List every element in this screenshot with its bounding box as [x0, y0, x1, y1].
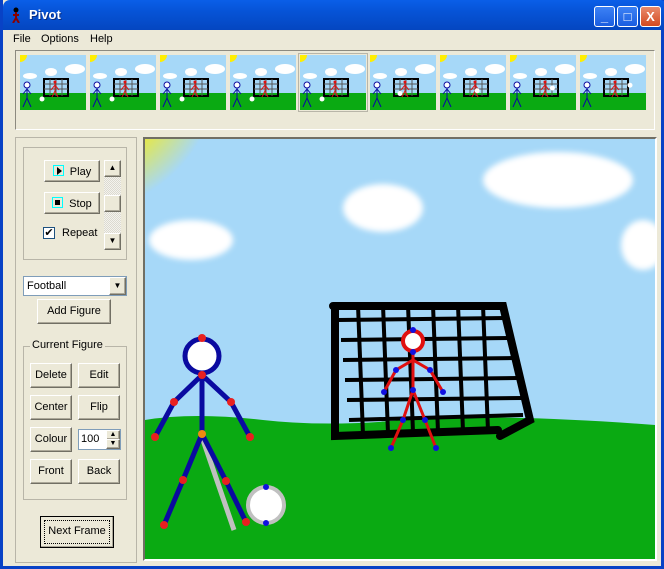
window-title: Pivot — [29, 7, 61, 22]
playback-group: Play Stop ✔ Repeat ▲ ▼ — [23, 147, 127, 260]
stage[interactable] — [75, 69, 664, 559]
next-frame-button[interactable]: Next Frame — [40, 516, 114, 548]
menu-help[interactable]: Help — [90, 33, 113, 45]
current-figure-group: Current Figure Delete Edit Center Flip C… — [23, 339, 127, 500]
menu-options[interactable]: Options — [41, 33, 79, 45]
frame-thumbnail[interactable] — [83, 48, 156, 110]
close-button[interactable]: X — [640, 6, 661, 27]
edit-button[interactable]: Edit — [78, 363, 120, 388]
animation-canvas[interactable] — [75, 69, 664, 561]
frame-thumbnail[interactable] — [433, 48, 506, 110]
stop-label: Stop — [69, 198, 92, 210]
scroll-up-button[interactable]: ▲ — [104, 160, 121, 177]
size-value: 100 — [81, 433, 100, 445]
menu-bar: File Options Help — [6, 30, 664, 48]
frame-thumbnail[interactable] — [153, 48, 226, 110]
spin-down-button[interactable]: ▼ — [106, 439, 120, 449]
frame-thumbnail[interactable] — [223, 48, 296, 110]
pivot-window: Pivot _ □ X File Options Help Play Stop … — [0, 0, 664, 569]
frame-thumbnail[interactable] — [363, 48, 436, 110]
back-button[interactable]: Back — [78, 459, 120, 484]
play-label: Play — [69, 166, 92, 178]
figure-type-select[interactable]: Football ▼ — [23, 276, 127, 296]
play-icon — [52, 165, 64, 176]
center-button[interactable]: Center — [30, 395, 72, 420]
frame-thumbnail[interactable] — [13, 48, 86, 110]
repeat-checkbox[interactable]: ✔ — [43, 227, 55, 239]
current-figure-legend: Current Figure — [30, 339, 105, 351]
stop-icon — [52, 197, 64, 208]
frame-timeline — [13, 48, 655, 130]
figure-type-value: Football — [27, 280, 67, 292]
delete-button[interactable]: Delete — [30, 363, 72, 388]
app-stickman-icon — [12, 7, 20, 23]
flip-button[interactable]: Flip — [78, 395, 120, 420]
ball[interactable] — [246, 484, 286, 526]
front-button[interactable]: Front — [30, 459, 72, 484]
menu-file[interactable]: File — [13, 33, 31, 45]
minimize-button[interactable]: _ — [594, 6, 615, 27]
scroll-down-button[interactable]: ▼ — [104, 233, 121, 250]
chevron-down-icon[interactable]: ▼ — [109, 277, 126, 295]
play-button[interactable]: Play — [44, 160, 100, 182]
sidebar: Play Stop ✔ Repeat ▲ ▼ Football ▼ Add Fi… — [15, 137, 137, 563]
frame-speed-scrollbar[interactable]: ▲ ▼ — [104, 160, 121, 250]
frame-thumbnail[interactable] — [503, 48, 576, 110]
colour-button[interactable]: Colour — [30, 427, 72, 452]
stop-button[interactable]: Stop — [44, 192, 100, 214]
add-figure-button[interactable]: Add Figure — [37, 299, 111, 324]
repeat-label: Repeat — [62, 227, 98, 239]
title-bar: Pivot _ □ X — [3, 0, 664, 30]
frame-thumbnail[interactable] — [293, 48, 368, 112]
scroll-thumb[interactable] — [104, 195, 121, 212]
maximize-button[interactable]: □ — [617, 6, 638, 27]
size-spinner[interactable]: 100 ▲ ▼ — [78, 429, 121, 450]
frame-thumbnail[interactable] — [573, 48, 646, 110]
